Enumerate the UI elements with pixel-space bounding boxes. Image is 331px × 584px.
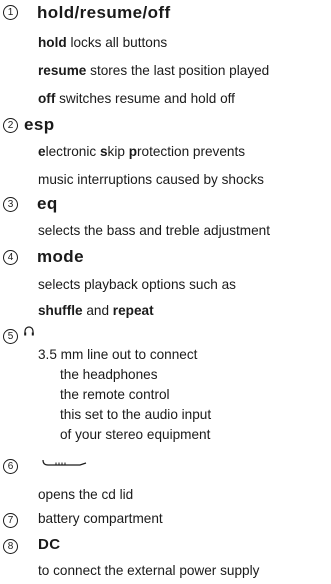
battery-description: battery compartment <box>38 511 163 526</box>
mode-options: shuffle and repeat <box>38 303 154 318</box>
repeat-keyword: repeat <box>112 303 154 318</box>
lineout-stereo: of your stereo equipment <box>60 427 211 442</box>
item-number-6: 6 <box>3 459 18 474</box>
lineout-remote: the remote control <box>60 387 170 402</box>
resume-description: resume stores the last position played <box>38 63 269 78</box>
item-title-dc: DC <box>38 536 61 553</box>
esp-description-line2: music interruptions caused by shocks <box>38 172 264 187</box>
item-title-esp: esp <box>24 115 55 134</box>
esp-description: electronic skip protection prevents <box>38 144 245 159</box>
item-number-5: 5 <box>3 329 18 344</box>
resume-keyword: resume <box>38 63 87 78</box>
hold-description: hold locks all buttons <box>38 35 167 50</box>
off-description: off switches resume and hold off <box>38 91 235 106</box>
esp-e: e <box>38 144 46 159</box>
lineout-audio-input: this set to the audio input <box>60 407 212 422</box>
and-text: and <box>82 303 113 318</box>
esp-s: s <box>99 144 108 159</box>
hold-text: locks all buttons <box>66 35 168 50</box>
item-number-1: 1 <box>3 5 18 20</box>
mode-description: selects playback options such as <box>38 277 236 292</box>
item-title-hold-resume-off: hold/resume/off <box>37 3 171 22</box>
resume-text: stores the last position played <box>86 63 270 78</box>
item-number-7: 7 <box>3 513 18 528</box>
cd-lid-slider-icon <box>42 459 87 466</box>
item-number-8: 8 <box>3 539 18 554</box>
item-title-eq: eq <box>37 194 58 213</box>
dc-description: to connect the external power supply <box>38 563 260 578</box>
lineout-description: 3.5 mm line out to connect <box>38 347 198 362</box>
item-number-4: 4 <box>3 250 18 265</box>
esp-p: p <box>128 144 137 159</box>
item-number-2: 2 <box>3 118 18 133</box>
lineout-headphones: the headphones <box>60 367 158 382</box>
item-title-mode: mode <box>37 247 84 266</box>
off-keyword: off <box>38 91 56 106</box>
esp-text-3: rotection prevents <box>137 144 246 159</box>
hold-keyword: hold <box>38 35 67 50</box>
eq-description: selects the bass and treble adjustment <box>38 223 270 238</box>
item-number-3: 3 <box>3 197 18 212</box>
headphones-icon <box>24 326 34 336</box>
off-text: switches resume and hold off <box>55 91 235 106</box>
shuffle-keyword: shuffle <box>38 303 83 318</box>
esp-text-1: lectronic <box>45 144 100 159</box>
esp-text-2: kip <box>107 144 129 159</box>
cd-lid-description: opens the cd lid <box>38 487 134 502</box>
